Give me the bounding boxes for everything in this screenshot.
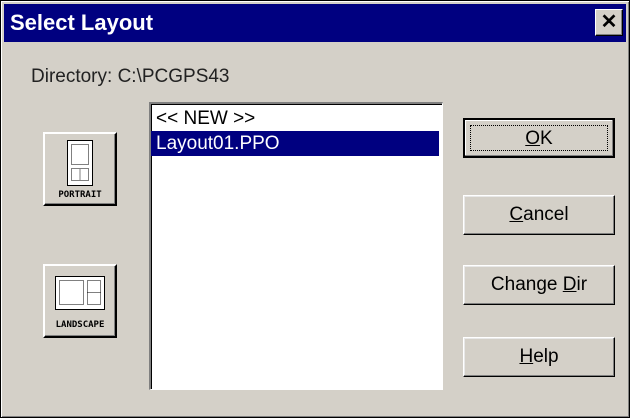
change-dir-button[interactable]: Change Dir <box>463 265 615 305</box>
cancel-button[interactable]: Cancel <box>463 195 615 235</box>
focus-rectangle <box>470 125 608 151</box>
ok-button[interactable]: OK <box>463 118 615 158</box>
list-item-layout01[interactable]: Layout01.PPO <box>151 131 439 156</box>
directory-label: Directory: C:\PCGPS43 <box>31 66 230 87</box>
cancel-mnemonic: C <box>509 204 524 225</box>
select-layout-dialog: Select Layout ✕ Directory: C:\PCGPS43 PO… <box>0 0 630 418</box>
title-bar[interactable]: Select Layout ✕ <box>4 4 626 42</box>
portrait-label: PORTRAIT <box>58 190 102 200</box>
dialog-title: Select Layout <box>10 10 154 35</box>
landscape-label: LANDSCAPE <box>55 320 105 330</box>
help-mnemonic: H <box>519 346 534 367</box>
landscape-page-icon <box>55 276 105 310</box>
portrait-button[interactable]: PORTRAIT <box>43 132 117 206</box>
change-dir-mnemonic: D <box>562 274 577 295</box>
portrait-page-icon <box>67 140 93 186</box>
help-button[interactable]: Help <box>463 337 615 377</box>
list-item-new[interactable]: << NEW >> <box>151 106 439 131</box>
close-button[interactable]: ✕ <box>595 9 623 36</box>
landscape-button[interactable]: LANDSCAPE <box>43 264 117 338</box>
close-icon: ✕ <box>600 11 618 33</box>
layout-file-list[interactable]: << NEW >> Layout01.PPO <box>149 102 443 390</box>
